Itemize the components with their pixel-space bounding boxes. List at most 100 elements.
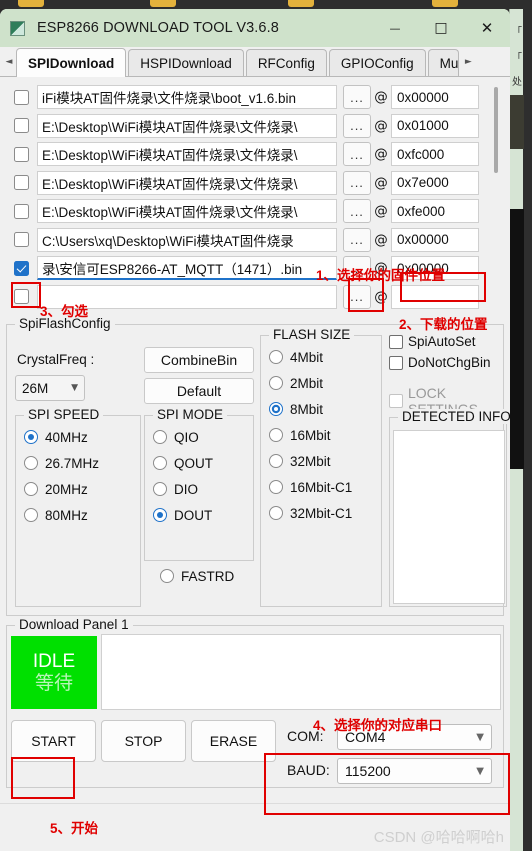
file-row-checkbox[interactable] xyxy=(14,118,29,134)
file-address-input[interactable]: 0x00000 xyxy=(391,85,479,110)
minimize-icon[interactable] xyxy=(372,9,418,47)
radio-icon xyxy=(153,508,167,522)
browse-button[interactable]: ... xyxy=(343,113,371,138)
spi-flash-config-group: SpiFlashConfig CrystalFreq : 26M ▼ Combi… xyxy=(6,316,510,616)
browse-button[interactable]: ... xyxy=(343,227,371,252)
file-list-scrollbar[interactable] xyxy=(491,83,502,313)
spi-auto-set-checkbox-row[interactable]: SpiAutoSet xyxy=(389,331,507,352)
flash-size-option-32mbit-c1[interactable]: 32Mbit-C1 xyxy=(261,500,381,526)
lock-settings-checkbox[interactable] xyxy=(389,394,403,408)
file-row: E:\Desktop\WiFi模块AT固件烧录\文件烧录\ ... @ 0xfc… xyxy=(8,140,485,169)
spi-mode-option-fastrd[interactable]: FASTRD xyxy=(152,563,234,589)
crystal-freq-select[interactable]: 26M ▼ xyxy=(15,375,85,401)
file-address-input[interactable]: 0xfe000 xyxy=(391,199,479,224)
flash-size-option-16mbit-c1[interactable]: 16Mbit-C1 xyxy=(261,474,381,500)
file-list-scrollbar-thumb[interactable] xyxy=(494,87,498,173)
download-panel-group: Download Panel 1 IDLE 等待 START STOP ERAS… xyxy=(6,617,504,788)
spi-mode-option-dout[interactable]: DOUT xyxy=(145,502,253,528)
option-label: QIO xyxy=(174,429,199,445)
tab-scroll-right-icon[interactable]: ► xyxy=(461,48,475,76)
download-log-box[interactable] xyxy=(101,634,501,710)
start-button[interactable]: START xyxy=(11,720,96,762)
file-address-input[interactable]: 0x7e000 xyxy=(391,170,479,195)
browse-button[interactable]: ... xyxy=(343,85,371,110)
file-row-checkbox[interactable] xyxy=(14,89,29,105)
file-row-checkbox[interactable] xyxy=(14,175,29,191)
flash-size-group: FLASH SIZE 4Mbit 2Mbit 8Mbit 16Mbit 32Mb… xyxy=(260,327,382,607)
radio-icon xyxy=(269,480,283,494)
radio-icon xyxy=(269,428,283,442)
annotation-5: 5、开始 xyxy=(50,821,99,836)
annotation-1: 1、选择你的固件位置 xyxy=(316,268,446,283)
tab-scroll-left-icon[interactable]: ◄ xyxy=(2,48,16,76)
file-path-input[interactable]: 录\安信可ESP8266-AT_MQTT（1471）.bin xyxy=(37,256,337,281)
default-button[interactable]: Default xyxy=(144,378,254,404)
flash-size-option-16mbit[interactable]: 16Mbit xyxy=(261,422,381,448)
file-row: E:\Desktop\WiFi模块AT固件烧录\文件烧录\ ... @ 0x7e… xyxy=(8,169,485,198)
file-row-checkbox[interactable] xyxy=(14,260,29,276)
file-path-input[interactable]: E:\Desktop\WiFi模块AT固件烧录\文件烧录\ xyxy=(37,170,337,195)
do-not-chg-bin-checkbox-row[interactable]: DoNotChgBin xyxy=(389,352,507,373)
do-not-chg-bin-checkbox[interactable] xyxy=(389,355,403,370)
radio-icon xyxy=(24,482,38,496)
at-symbol: @ xyxy=(374,174,388,191)
detected-info-textarea[interactable] xyxy=(393,430,505,604)
combine-bin-button[interactable]: CombineBin xyxy=(144,347,254,373)
spi-auto-set-checkbox[interactable] xyxy=(389,334,403,349)
peek-dark-block xyxy=(510,95,524,149)
file-row-checkbox[interactable] xyxy=(14,203,29,219)
file-row: iFi模块AT固件烧录\文件烧录\boot_v1.6.bin ... @ 0x0… xyxy=(8,83,485,112)
desktop-right-background xyxy=(523,9,532,851)
file-path-input[interactable]: C:\Users\xq\Desktop\WiFi模块AT固件烧录 xyxy=(37,227,337,252)
spi-mode-option-dio[interactable]: DIO xyxy=(145,476,253,502)
baud-select[interactable]: 115200 ▼ xyxy=(337,758,492,784)
file-path-input[interactable]: E:\Desktop\WiFi模块AT固件烧录\文件烧录\ xyxy=(37,113,337,138)
spi-speed-option-26.7mhz[interactable]: 26.7MHz xyxy=(16,450,140,476)
stop-button[interactable]: STOP xyxy=(101,720,186,762)
spi-mode-option-qio[interactable]: QIO xyxy=(145,424,253,450)
radio-icon xyxy=(24,456,38,470)
tab-hspidownload[interactable]: HSPIDownload xyxy=(128,49,244,76)
title-bar[interactable]: ESP8266 DOWNLOAD TOOL V3.6.8 xyxy=(0,9,510,47)
tab-spidownload[interactable]: SPIDownload xyxy=(16,48,127,77)
file-address-input[interactable]: 0x01000 xyxy=(391,113,479,138)
file-row-checkbox[interactable] xyxy=(14,232,29,248)
flash-size-option-2mbit[interactable]: 2Mbit xyxy=(261,370,381,396)
file-address-input[interactable]: 0xfc000 xyxy=(391,142,479,167)
file-address-input[interactable] xyxy=(391,284,479,309)
file-row-checkbox[interactable] xyxy=(14,146,29,162)
file-row: C:\Users\xq\Desktop\WiFi模块AT固件烧录 ... @ 0… xyxy=(8,226,485,255)
spi-speed-option-80mhz[interactable]: 80MHz xyxy=(16,502,140,528)
spi-mode-option-qout[interactable]: QOUT xyxy=(145,450,253,476)
spi-speed-option-20mhz[interactable]: 20MHz xyxy=(16,476,140,502)
file-path-input[interactable]: iFi模块AT固件烧录\文件烧录\boot_v1.6.bin xyxy=(37,85,337,110)
erase-button[interactable]: ERASE xyxy=(191,720,276,762)
tab-rfconfig[interactable]: RFConfig xyxy=(245,49,327,76)
tab-gpioconfig[interactable]: GPIOConfig xyxy=(328,49,426,76)
spi-speed-options: 40MHz 26.7MHz 20MHz 80MHz xyxy=(16,416,140,528)
browse-button[interactable]: ... xyxy=(343,284,371,309)
file-row-checkbox[interactable] xyxy=(14,289,29,305)
at-symbol: @ xyxy=(374,288,388,305)
close-icon[interactable] xyxy=(464,9,510,47)
file-path-input[interactable]: E:\Desktop\WiFi模块AT固件烧录\文件烧录\ xyxy=(37,142,337,167)
maximize-icon[interactable] xyxy=(418,9,464,47)
flash-size-option-32mbit[interactable]: 32Mbit xyxy=(261,448,381,474)
browse-button[interactable]: ... xyxy=(343,199,371,224)
file-path-input[interactable]: E:\Desktop\WiFi模块AT固件烧录\文件烧录\ xyxy=(37,199,337,224)
browse-button[interactable]: ... xyxy=(343,142,371,167)
crystal-freq-label: CrystalFreq : xyxy=(17,352,95,367)
chevron-down-icon: ▼ xyxy=(476,731,484,743)
file-address-input[interactable]: 0x00000 xyxy=(391,227,479,252)
status-badge: IDLE 等待 xyxy=(11,636,97,709)
flash-size-option-8mbit[interactable]: 8Mbit xyxy=(261,396,381,422)
option-label: 8Mbit xyxy=(290,401,324,417)
radio-icon xyxy=(269,350,283,364)
flash-size-option-4mbit[interactable]: 4Mbit xyxy=(261,344,381,370)
status-badge-line1: IDLE xyxy=(32,650,76,672)
peek-glyph-b: 「 xyxy=(512,53,522,64)
at-symbol: @ xyxy=(374,203,388,220)
spi-speed-option-40mhz[interactable]: 40MHz xyxy=(16,424,140,450)
browse-button[interactable]: ... xyxy=(343,170,371,195)
tab-multidownload[interactable]: Mu xyxy=(427,49,460,76)
